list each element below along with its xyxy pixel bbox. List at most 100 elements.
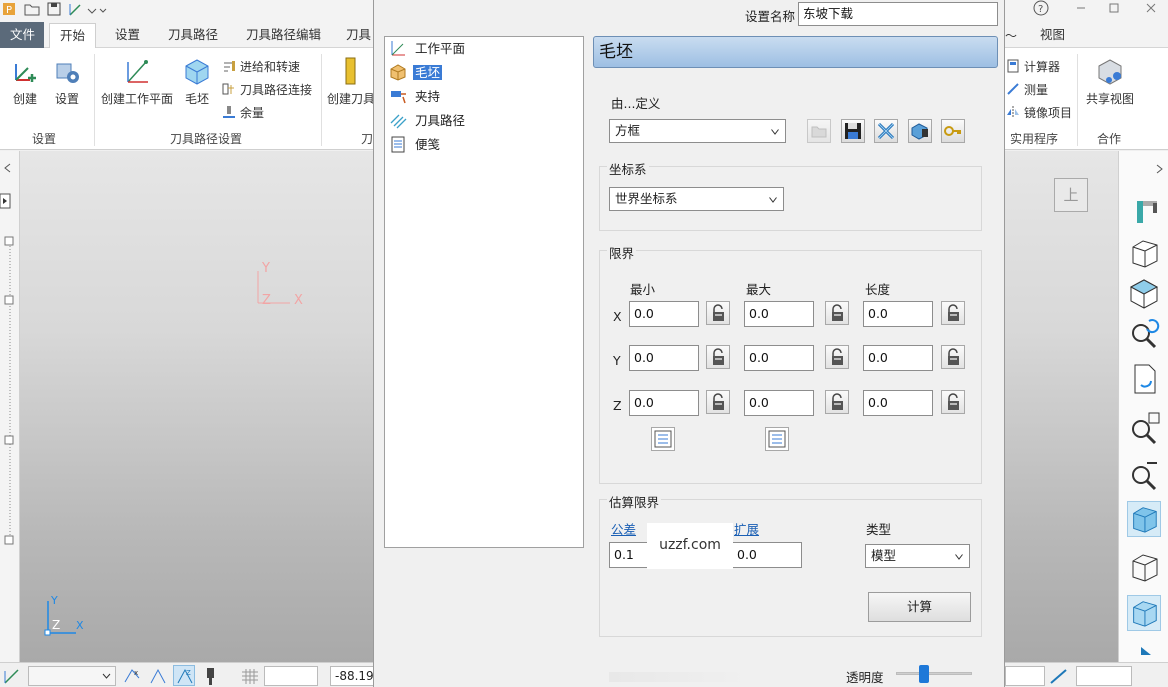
grid-icon[interactable] [241,668,259,684]
close-window-icon[interactable] [1145,2,1157,14]
x-len-lock-button[interactable] [941,301,965,325]
tree-item-notes[interactable]: 便笺 [389,135,442,155]
z-max-input[interactable]: 0.0 [744,390,814,416]
expand-arrow-icon[interactable] [0,193,12,209]
x-max-lock-button[interactable] [825,301,849,325]
snap-icon[interactable]: x [122,666,142,686]
y-min-input[interactable]: 0.0 [629,345,699,371]
tab-file[interactable]: 文件 [0,22,44,48]
help-icon[interactable]: ? [1033,0,1049,16]
workplane-status-icon[interactable] [2,667,24,685]
type-select[interactable]: 模型 [865,544,970,568]
maximize-icon[interactable] [1108,2,1120,14]
z-min-input[interactable]: 0.0 [629,390,699,416]
tool-view-icon[interactable] [1127,193,1161,229]
tab-toolpath-edit[interactable]: 刀具路径编辑 [236,23,331,48]
save-stock-button[interactable] [841,119,865,143]
measure-status-icon[interactable] [1048,667,1070,685]
zoom-fit-icon[interactable] [1127,409,1161,445]
z-len-input[interactable]: 0.0 [863,390,933,416]
stock-button[interactable]: 毛坯 [180,56,214,107]
transparency-slider[interactable] [896,665,972,683]
max-list-button[interactable] [765,427,789,451]
y-len-lock-button[interactable] [941,345,965,369]
slider-thumb[interactable] [919,665,929,683]
wireframe-view-icon[interactable] [1127,549,1161,585]
collapse-arrow-icon[interactable] [2,162,14,174]
tab-view[interactable]: 视图 [1030,23,1075,48]
open-file-button[interactable] [807,119,831,143]
shaded-wire-view-icon[interactable] [1127,595,1161,631]
origin-x-label: X [294,293,303,308]
x-len-input[interactable]: 0.0 [863,301,933,327]
create-tool-button[interactable]: 创建刀具 [327,56,376,107]
setting-name-input[interactable]: 东坡下载 [798,2,998,26]
transparency-label: 透明度 [846,670,884,685]
stock-model-button[interactable] [908,119,932,143]
workplane-icon [127,60,148,83]
share-view-button[interactable]: 共享视图 [1083,56,1137,107]
grid-value-box[interactable] [264,666,318,686]
top-view-cube-icon[interactable] [1127,275,1161,311]
feed-speed-button[interactable]: 进给和转速 [222,59,300,75]
min-list-button[interactable] [651,427,675,451]
view-cube[interactable]: 上 [1054,178,1088,212]
workplane-select[interactable] [28,666,116,686]
open-icon[interactable] [24,2,40,16]
calculator-button[interactable]: 计算器 [1006,59,1060,75]
x-max-input[interactable]: 0.0 [744,301,814,327]
save-icon[interactable] [46,1,62,17]
clear-stock-button[interactable] [874,119,898,143]
iso-view-icon[interactable] [1127,235,1161,271]
defined-by-select[interactable]: 方框 [609,119,786,143]
tree-item-stock[interactable]: 毛坯 [389,63,444,83]
holder-icon [391,91,406,104]
calculate-button[interactable]: 计算 [868,592,971,622]
type-label: 类型 [866,522,892,537]
settings-button[interactable]: 设置 [50,56,84,107]
snap-z-icon[interactable]: Z [173,665,195,686]
expand-input[interactable]: 0.0 [732,542,802,568]
snap-edge-icon[interactable] [148,666,168,686]
collapse-right-icon[interactable] [1155,163,1165,175]
measure-button[interactable]: 测量 [1006,82,1048,98]
z-max-lock-button[interactable] [825,390,849,414]
tree-item-toolpath[interactable]: 刀具路径 [389,111,467,131]
y-min-lock-button[interactable] [706,345,730,369]
stock-key-button[interactable] [941,119,965,143]
lock-icon [948,348,959,365]
tab-toolpaths[interactable]: 刀具路径 [158,23,228,48]
svg-text:x: x [134,669,138,677]
create-workplane-button[interactable]: 创建工作平面 [100,56,174,107]
tab-home[interactable]: 开始 [49,23,97,49]
group-label-toolpath-setup: 刀具路径设置 [170,132,243,146]
minimize-icon[interactable] [1075,2,1087,14]
y-max-lock-button[interactable] [825,345,849,369]
tree-item-label: 夹持 [415,89,441,104]
create-tool-label: 创建刀具 [327,92,376,106]
y-max-input[interactable]: 0.0 [744,345,814,371]
tool-holder-icon[interactable] [201,666,221,686]
quick-access-icon[interactable] [68,1,108,17]
z-len-lock-button[interactable] [941,390,965,414]
tree-item-holder[interactable]: 夹持 [389,87,442,107]
toolpath-connect-button[interactable]: 刀具路径连接 [222,82,312,98]
zoom-reset-icon[interactable] [1127,315,1161,351]
tree-item-workplane[interactable]: 工作平面 [389,39,467,59]
tree-item-label: 刀具路径 [415,113,466,128]
lock-icon [832,304,843,321]
x-min-input[interactable]: 0.0 [629,301,699,327]
allowance-button[interactable]: 余量 [222,105,264,121]
expand-link[interactable]: 扩展 [734,519,759,538]
y-len-input[interactable]: 0.0 [863,345,933,371]
zoom-out-icon[interactable] [1127,457,1161,493]
create-button[interactable]: 创建 [6,56,44,107]
x-min-lock-button[interactable] [706,301,730,325]
shaded-view-icon[interactable] [1127,501,1161,537]
tab-setup[interactable]: 设置 [105,23,150,48]
tolerance-link[interactable]: 公差 [611,519,636,538]
coordinate-select[interactable]: 世界坐标系 [609,187,784,211]
mirror-item-button[interactable]: 镜像项目 [1006,105,1072,121]
z-min-lock-button[interactable] [706,390,730,414]
refresh-page-icon[interactable] [1127,361,1161,397]
